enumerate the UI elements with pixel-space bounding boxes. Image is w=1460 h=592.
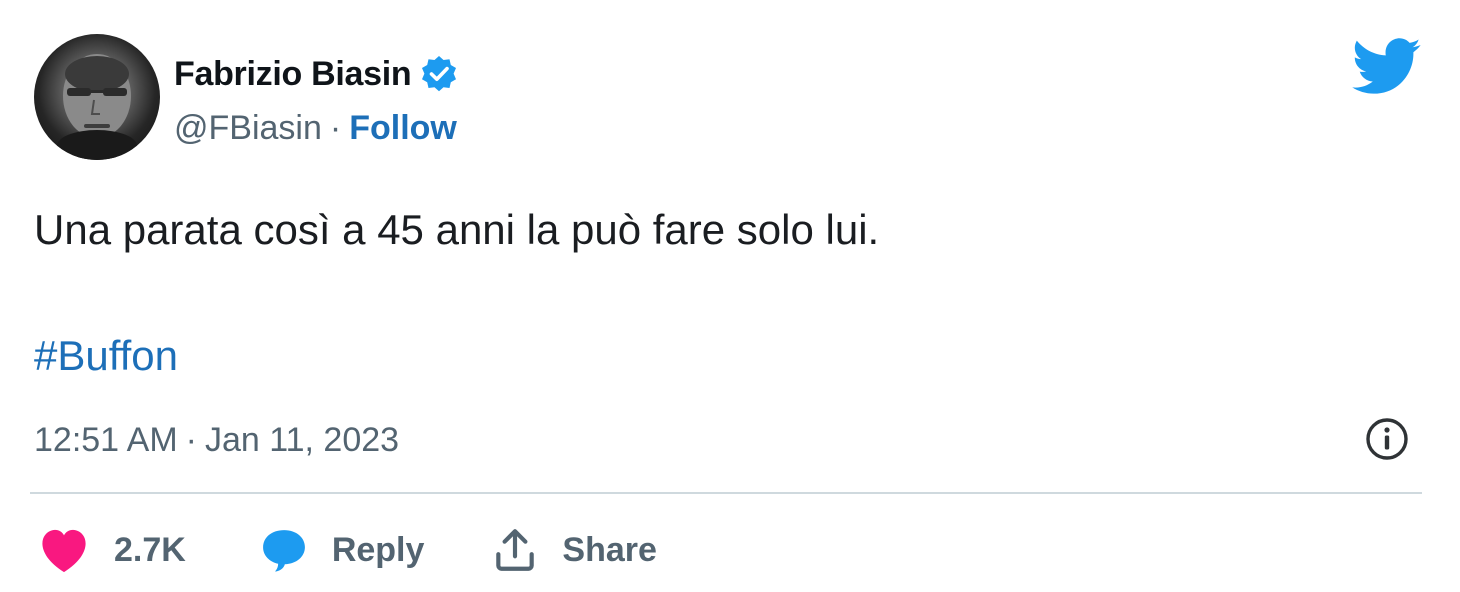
twitter-bird-icon[interactable] (1352, 38, 1422, 96)
timestamp-separator: · (185, 421, 197, 459)
author-handle[interactable]: @FBiasin (174, 109, 322, 148)
reply-button[interactable]: Reply (258, 527, 425, 573)
author-name-row: Fabrizio Biasin (174, 52, 459, 96)
handle-separator: · (329, 108, 342, 147)
tweet-timestamp[interactable]: 12:51 AM · Jan 11, 2023 (34, 416, 399, 464)
speech-bubble-icon (258, 527, 310, 573)
author-handle-row: @FBiasin · Follow (174, 106, 457, 150)
tweet-embed-card: Fabrizio Biasin @FBiasin · Follow Una pa… (0, 0, 1460, 592)
share-button[interactable]: Share (490, 525, 657, 575)
divider (30, 492, 1422, 494)
heart-icon (38, 527, 90, 573)
author-display-name[interactable]: Fabrizio Biasin (174, 55, 412, 94)
share-upload-icon (490, 525, 540, 575)
action-bar: 2.7K Reply Share (38, 522, 657, 578)
like-button[interactable]: 2.7K (38, 527, 186, 573)
share-label: Share (562, 530, 657, 569)
tweet-date: Jan 11, 2023 (204, 421, 400, 459)
avatar[interactable] (34, 34, 160, 160)
reply-label: Reply (331, 530, 425, 569)
info-icon[interactable] (1364, 416, 1410, 462)
follow-button[interactable]: Follow (349, 109, 457, 148)
tweet-text: Una parata così a 45 anni la può fare so… (34, 206, 880, 253)
tweet-time: 12:51 AM (34, 421, 178, 459)
like-count: 2.7K (114, 530, 186, 569)
hashtag-link[interactable]: #Buffon (34, 328, 178, 384)
verified-badge-icon (419, 54, 459, 94)
